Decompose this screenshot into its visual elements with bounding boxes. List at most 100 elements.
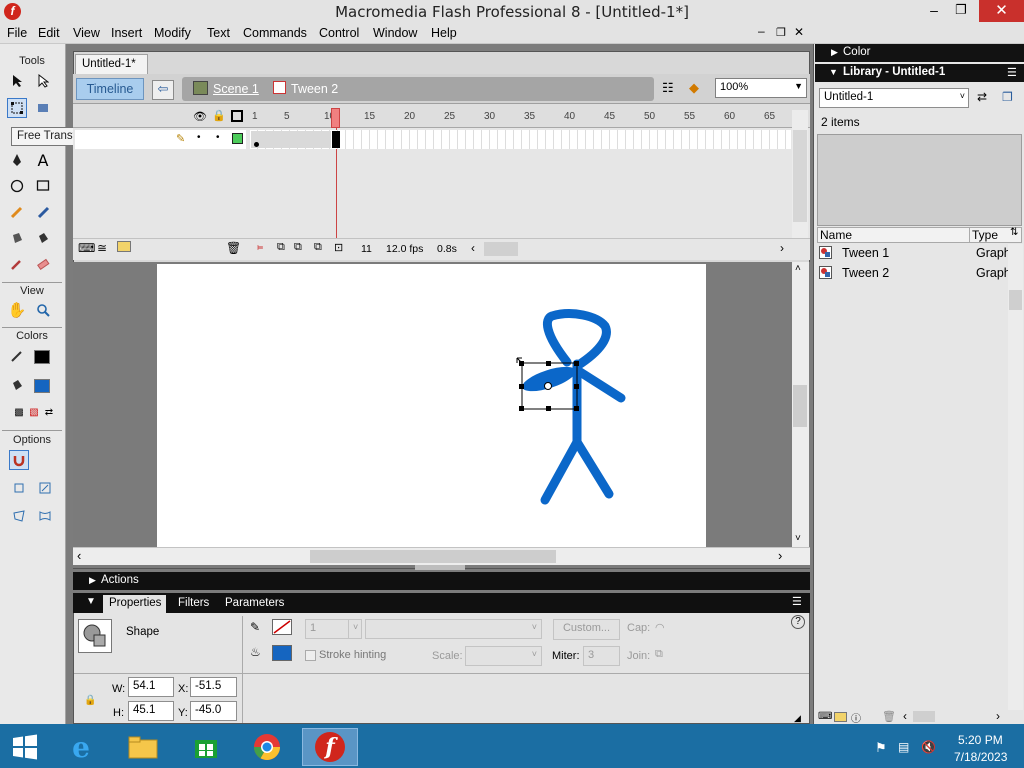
library-hscroll-thumb[interactable]: [913, 711, 935, 722]
add-folder-icon[interactable]: [117, 241, 131, 252]
edit-scene-icon[interactable]: ☷: [662, 80, 682, 98]
zoom-select[interactable]: 100% ▼: [715, 78, 807, 98]
library-document-select[interactable]: Untitled-1 ˅: [819, 88, 969, 108]
gradient-transform-tool-icon[interactable]: [33, 98, 53, 118]
playhead[interactable]: [331, 108, 340, 128]
oval-tool-icon[interactable]: [7, 176, 27, 196]
stage-hscroll-left[interactable]: ‹: [77, 548, 81, 563]
timeline-toggle-button[interactable]: Timeline: [76, 78, 144, 100]
scale-select[interactable]: ˅: [465, 646, 542, 666]
hand-tool-icon[interactable]: ✋: [7, 300, 27, 320]
menu-text[interactable]: Text: [207, 26, 230, 40]
tab-properties[interactable]: Properties: [103, 595, 166, 613]
center-frame-icon[interactable]: ⫢: [257, 241, 263, 254]
menubar-restore[interactable]: ❐: [776, 26, 790, 42]
library-col-name[interactable]: Name: [820, 228, 852, 242]
stage-hscroll-thumb[interactable]: [310, 550, 556, 563]
swap-colors-icon[interactable]: ⇄: [39, 402, 59, 422]
menu-file[interactable]: File: [7, 26, 27, 40]
new-symbol-icon[interactable]: ⌨: [818, 711, 832, 722]
properties-icon[interactable]: ⓘ: [851, 710, 861, 725]
onion-outline-icon[interactable]: ⧉: [294, 241, 302, 254]
stroke-size-dropdown[interactable]: ˅: [348, 619, 362, 639]
menubar-close[interactable]: ✕: [794, 25, 808, 41]
menu-insert[interactable]: Insert: [111, 26, 142, 40]
scale-icon[interactable]: [35, 478, 55, 498]
pen-tool-icon[interactable]: [7, 150, 27, 170]
onion-skin-icon[interactable]: ⧉: [277, 241, 285, 254]
modify-onion-markers-icon[interactable]: ⊡: [334, 241, 343, 254]
action-center-flag-icon[interactable]: ⚑: [875, 740, 887, 756]
tab-parameters[interactable]: Parameters: [225, 597, 284, 609]
outline-icon[interactable]: [231, 110, 243, 122]
layer-lock-dot[interactable]: •: [216, 132, 220, 143]
timeline-vscroll-thumb[interactable]: [793, 130, 807, 222]
color-expand-icon[interactable]: ▶: [831, 47, 838, 58]
library-options-icon[interactable]: ☰: [1007, 66, 1017, 79]
library-vscroll-thumb[interactable]: [1009, 290, 1022, 310]
restore-button[interactable]: ❐: [948, 2, 974, 22]
stage-vscroll-down[interactable]: ˅: [795, 533, 801, 544]
clock-time[interactable]: 5:20 PM: [958, 733, 1003, 747]
menu-control[interactable]: Control: [319, 26, 359, 40]
eye-icon[interactable]: 👁: [193, 110, 207, 123]
menu-view[interactable]: View: [73, 26, 100, 40]
library-collapse-icon[interactable]: ▼: [829, 67, 838, 77]
stage-vscroll-up[interactable]: ˄: [795, 263, 801, 274]
zoom-tool-icon[interactable]: [33, 300, 53, 320]
minimize-button[interactable]: –: [921, 2, 947, 22]
chrome-icon[interactable]: [244, 728, 290, 766]
selection-tool-icon[interactable]: [7, 71, 27, 91]
internet-explorer-icon[interactable]: e: [58, 728, 104, 766]
stroke-color-swatch[interactable]: [34, 350, 50, 364]
height-field[interactable]: 45.1: [128, 701, 174, 721]
props-stroke-color[interactable]: [272, 619, 292, 635]
brush-tool-icon[interactable]: [33, 202, 53, 222]
start-button[interactable]: [2, 728, 48, 766]
pin-library-icon[interactable]: ⇄: [977, 90, 987, 104]
close-button[interactable]: ✕: [979, 0, 1024, 22]
store-icon[interactable]: [183, 728, 229, 766]
library-item-row[interactable]: Tween 1 Graph: [817, 244, 1011, 263]
new-folder-icon[interactable]: [834, 712, 847, 722]
paint-bucket-tool-icon[interactable]: [33, 228, 53, 248]
library-hscroll-right[interactable]: ›: [996, 709, 1000, 723]
library-item-row[interactable]: Tween 2 Graph: [817, 264, 1011, 283]
y-field[interactable]: -45.0: [190, 701, 237, 721]
actions-panel-header[interactable]: Actions: [73, 572, 810, 590]
text-tool-icon[interactable]: A: [33, 150, 53, 170]
tween-span[interactable]: [251, 131, 331, 148]
stroke-style-select[interactable]: ˅: [365, 619, 542, 639]
panel-splitter[interactable]: [415, 565, 465, 570]
network-icon[interactable]: ▤: [898, 740, 909, 754]
timeline-hscroll-right[interactable]: ›: [780, 241, 784, 255]
ink-bottle-tool-icon[interactable]: [7, 228, 27, 248]
properties-collapse-icon[interactable]: ▼: [86, 596, 96, 607]
snap-to-objects-icon[interactable]: [9, 450, 29, 470]
props-fill-color[interactable]: [272, 645, 292, 661]
stick-figure[interactable]: [157, 264, 706, 548]
file-explorer-icon[interactable]: [120, 728, 166, 766]
eyedropper-tool-icon[interactable]: [7, 254, 27, 274]
menu-commands[interactable]: Commands: [243, 26, 307, 40]
clock-date[interactable]: 7/18/2023: [954, 750, 1007, 764]
width-field[interactable]: 54.1: [128, 677, 174, 697]
add-layer-icon[interactable]: ⌨: [78, 241, 95, 255]
rotate-skew-icon[interactable]: [9, 478, 29, 498]
eraser-tool-icon[interactable]: [33, 254, 53, 274]
volume-muted-icon[interactable]: 🔇: [921, 740, 936, 754]
subselection-tool-icon[interactable]: [33, 71, 53, 91]
panel-options-icon[interactable]: ☰: [792, 595, 802, 608]
timeline-hscroll-left[interactable]: ‹: [471, 241, 475, 255]
menu-edit[interactable]: Edit: [38, 26, 60, 40]
menu-help[interactable]: Help: [431, 26, 457, 40]
flash-taskbar-icon[interactable]: f: [302, 728, 358, 766]
library-col-type[interactable]: Type: [969, 228, 998, 242]
stroke-hinting-checkbox[interactable]: [305, 650, 316, 661]
delete-item-icon[interactable]: 🗑: [882, 710, 896, 723]
menu-window[interactable]: Window: [373, 26, 417, 40]
help-icon[interactable]: ?: [791, 615, 805, 629]
actions-expand-icon[interactable]: ▶: [89, 575, 96, 586]
layer-visible-dot[interactable]: •: [197, 132, 201, 143]
new-library-panel-icon[interactable]: ❐: [1002, 90, 1013, 104]
